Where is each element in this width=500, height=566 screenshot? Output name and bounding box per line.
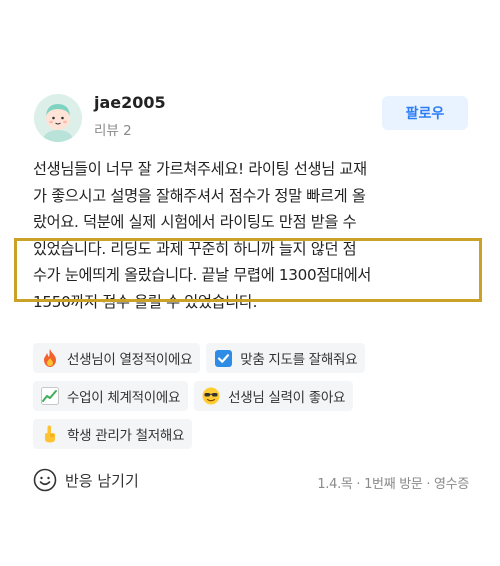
tag-item: 학생 관리가 철저해요 xyxy=(33,419,193,449)
avatar[interactable] xyxy=(34,94,82,142)
tag-item: 맞춤 지도를 잘해줘요 xyxy=(206,343,366,373)
tag-label: 학생 관리가 철저해요 xyxy=(67,428,185,444)
review-count: 리뷰 2 xyxy=(94,123,132,139)
user-name[interactable]: jae2005 xyxy=(94,93,166,112)
sunglasses-face-icon xyxy=(202,387,220,405)
review-header: jae2005 리뷰 2 팔로우 xyxy=(34,88,468,142)
tag-row: 선생님이 열정적이에요 맞춤 지도를 잘해줘요 xyxy=(33,343,473,373)
avatar-illustration-icon xyxy=(34,94,82,142)
keyword-tags: 선생님이 열정적이에요 맞춤 지도를 잘해줘요 수업이 체계적이에요 선생님 실… xyxy=(33,343,473,457)
review-text-line: 가 좋으시고 설명을 잘해주셔서 점수가 정말 빠르게 올 xyxy=(33,186,366,205)
check-box-icon xyxy=(214,349,232,367)
smile-icon xyxy=(33,468,57,492)
tag-item: 수업이 체계적이에요 xyxy=(33,381,189,411)
tag-label: 맞춤 지도를 잘해줘요 xyxy=(240,352,358,368)
fire-icon xyxy=(41,349,59,367)
review-text-line: 선생님들이 너무 잘 가르쳐주세요! 라이팅 선생님 교재 xyxy=(33,160,367,178)
tag-label: 선생님 실력이 좋아요 xyxy=(228,390,346,406)
chart-up-icon xyxy=(41,387,59,405)
tag-item: 선생님 실력이 좋아요 xyxy=(194,381,354,411)
react-button[interactable]: 반응 남기기 xyxy=(33,468,139,492)
react-label: 반응 남기기 xyxy=(65,471,139,490)
tag-label: 수업이 체계적이에요 xyxy=(67,390,181,406)
tag-item: 선생님이 열정적이에요 xyxy=(33,343,201,373)
visit-meta: 1.4.목 · 1번째 방문 · 영수증 xyxy=(317,477,469,492)
review-footer: 반응 남기기 1.4.목 · 1번째 방문 · 영수증 xyxy=(33,468,469,498)
tag-label: 선생님이 열정적이에요 xyxy=(67,352,193,368)
review-card: jae2005 리뷰 2 팔로우 선생님들이 너무 잘 가르쳐주세요! 라이팅 … xyxy=(0,0,500,566)
tag-row: 수업이 체계적이에요 선생님 실력이 좋아요 xyxy=(33,381,473,411)
review-text-line: 랐어요. 덕분에 실제 시험에서 라이팅도 만점 받을 수 xyxy=(33,213,357,231)
tag-row: 학생 관리가 철저해요 xyxy=(33,419,473,449)
follow-button[interactable]: 팔로우 xyxy=(382,96,468,130)
highlight-box xyxy=(14,238,482,302)
pointing-up-icon xyxy=(41,425,59,443)
